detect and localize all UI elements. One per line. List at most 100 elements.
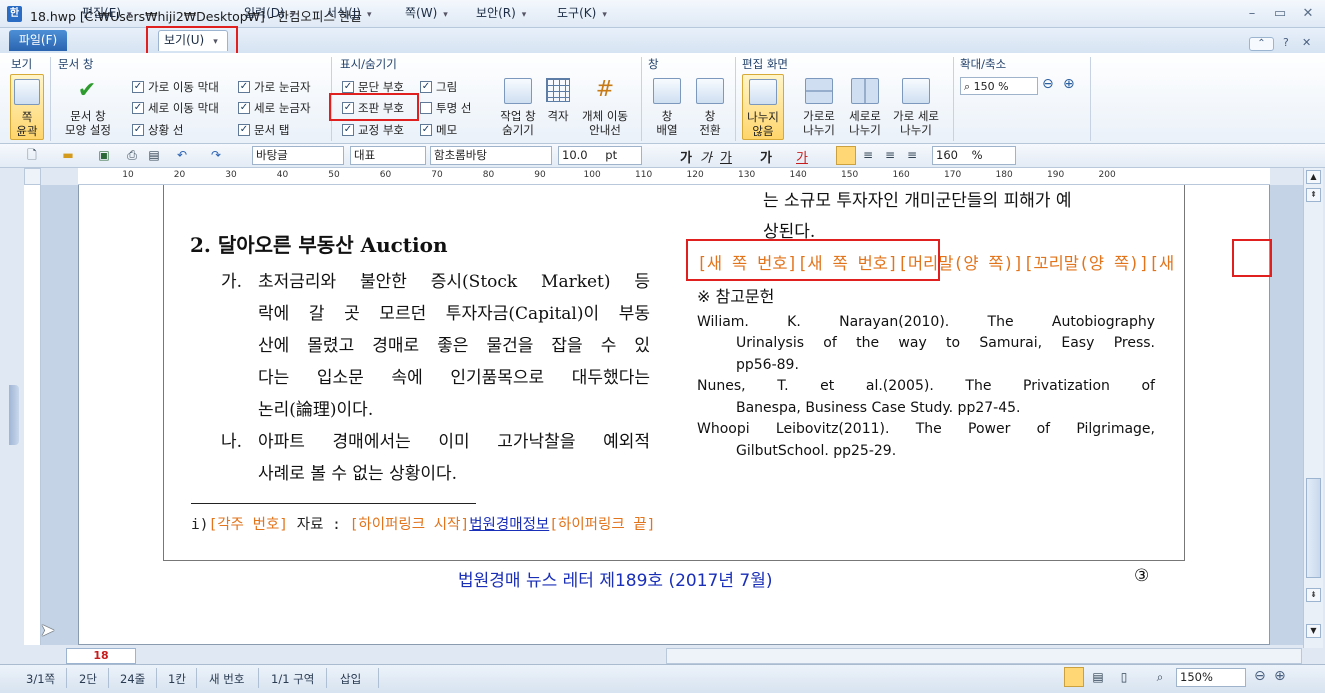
help-icon[interactable]: ? <box>1283 36 1289 49</box>
print-icon[interactable]: ⎙ <box>124 148 140 163</box>
align-left-icon[interactable]: ≡ <box>860 148 876 163</box>
menu-view[interactable]: 보기(U) ▾ <box>158 30 228 51</box>
scroll-thumb[interactable] <box>1306 478 1321 578</box>
hyperlink-start-code: [하이퍼링크 시작] <box>349 517 470 533</box>
scroll-page-down-icon[interactable]: ⇟ <box>1306 588 1321 602</box>
undo-icon[interactable]: ↶ <box>174 148 190 163</box>
side-panel-handle[interactable] <box>9 385 19 445</box>
fit-page-button[interactable]: 쪽 윤곽 <box>10 74 44 140</box>
item-ga-marker: 가. <box>221 272 243 292</box>
split-horizontal-icon <box>805 78 833 104</box>
check-paragraph-mark[interactable]: ✓ 문단 부호 <box>342 79 404 95</box>
save-icon[interactable]: ▣ <box>96 148 112 163</box>
check-horizontal-ruler[interactable]: ✓ 가로 눈금자 <box>238 79 311 95</box>
menu-input[interactable]: 입력(D) ▾ <box>244 4 295 23</box>
status-insert-mode[interactable]: 삽입 <box>340 671 361 687</box>
check-doc-tab[interactable]: ✓ 문서 탭 <box>238 122 289 138</box>
right-line-1: 는 소규모 투자자인 개미군단들의 피해가 예 <box>763 191 1072 211</box>
hyperlink[interactable]: 법원경매정보 <box>469 517 549 533</box>
font-select[interactable]: 함초롬바탕 <box>430 146 552 165</box>
split-both-button[interactable]: 가로 세로 나누기 <box>888 76 944 138</box>
window-arrange-icon <box>653 78 681 104</box>
doc-tab[interactable]: 18 <box>66 648 136 664</box>
window-arrange-button[interactable]: 창 배열 <box>648 76 686 138</box>
view-page-icon[interactable]: ▯ <box>1116 670 1132 685</box>
ruler-label: 30 <box>225 170 237 180</box>
right-line-2: 상된다. <box>763 222 816 242</box>
horizontal-scrollbar[interactable] <box>666 648 1302 664</box>
view-normal-icon[interactable] <box>1064 667 1084 687</box>
menu-security[interactable]: 보안(R) ▾ <box>476 4 526 23</box>
zoom-out-icon[interactable]: ⊖ <box>1042 76 1054 92</box>
hide-work-window-button[interactable]: 작업 창 숨기기 <box>495 76 541 138</box>
scroll-down-icon[interactable]: ▼ <box>1306 624 1321 638</box>
zoom-in-icon[interactable]: ⊕ <box>1063 76 1075 92</box>
vertical-ruler[interactable] <box>24 185 41 645</box>
footer-title: 법원경매 뉴스 레터 제189호 (2017년 7월) <box>458 571 773 591</box>
ref-1-line-2: Urinalysis of the way to Samurai, Easy P… <box>736 335 1155 351</box>
font-size-input[interactable]: 10.0 pt <box>558 146 642 165</box>
object-move-guide-button[interactable]: # 개체 이동 안내선 <box>575 76 635 138</box>
font-color-button[interactable]: 가 <box>796 147 808 166</box>
grid-button[interactable]: 격자 <box>543 76 573 138</box>
ruler-corner[interactable] <box>24 168 41 185</box>
menu-page[interactable]: 쪽(W) ▾ <box>405 4 448 23</box>
redo-icon[interactable]: ↷ <box>208 148 224 163</box>
underline-button[interactable]: 가 <box>720 147 732 166</box>
split-horizontal-button[interactable]: 가로로 나누기 <box>797 76 841 138</box>
check-layout-code[interactable]: ✓ 조판 부호 <box>342 100 404 116</box>
align-justify-icon[interactable] <box>836 146 856 165</box>
status-zoom-out-icon[interactable]: ⊖ <box>1254 668 1266 684</box>
scroll-page-up-icon[interactable]: ⇞ <box>1306 188 1321 202</box>
ruler-label: 160 <box>892 170 910 180</box>
check-horizontal-scroll[interactable]: ✓ 가로 이동 막대 <box>132 79 219 95</box>
layout-codes-line[interactable]: [새 쪽 번호][새 쪽 번호][머리말(양 쪽)][꼬리말(양 쪽)][새 <box>697 250 1269 274</box>
check-vertical-scroll[interactable]: ✓ 세로 이동 막대 <box>132 100 219 116</box>
doc-close-icon[interactable]: ✕ <box>1302 36 1311 49</box>
check-picture[interactable]: ✓ 그림 <box>420 79 457 95</box>
style-select[interactable]: 바탕글 <box>252 146 344 165</box>
status-zoom-select[interactable]: 150% <box>1176 668 1246 687</box>
group-view: 보기 <box>11 57 33 71</box>
check-memo[interactable]: ✓ 메모 <box>420 122 457 138</box>
restore-button[interactable]: ▭ <box>1270 5 1290 23</box>
status-zoom-icon[interactable]: ⌕ <box>1152 670 1168 685</box>
status-line: 24줄 <box>120 672 146 686</box>
check-transparent-line[interactable]: 투명 선 <box>420 100 471 116</box>
menu-format[interactable]: 서식(J) ▾ <box>326 4 372 23</box>
zoom-combo[interactable]: ⌕ 150 % <box>960 77 1038 95</box>
close-button[interactable]: ✕ <box>1298 5 1318 23</box>
no-split-button[interactable]: 나누지 않음 <box>742 74 784 140</box>
check-vertical-ruler[interactable]: ✓ 세로 눈금자 <box>238 100 311 116</box>
status-zoom-in-icon[interactable]: ⊕ <box>1274 668 1286 684</box>
view-web-icon[interactable]: ▤ <box>1090 670 1106 685</box>
vertical-scrollbar[interactable]: ▲ ⇞ ⇟ ▼ <box>1303 168 1323 648</box>
align-right-icon[interactable]: ≡ <box>904 148 920 163</box>
menu-tools[interactable]: 도구(K) ▾ <box>557 4 607 23</box>
ribbon-collapse-button[interactable]: ⌃ <box>1249 37 1274 51</box>
language-select[interactable]: 대표 <box>350 146 426 165</box>
italic-button[interactable]: 가 <box>700 147 712 166</box>
group-window: 창 <box>648 57 659 71</box>
minimize-button[interactable]: – <box>1242 5 1262 23</box>
open-folder-icon[interactable]: ▬ <box>60 148 76 163</box>
scroll-up-icon[interactable]: ▲ <box>1306 170 1321 184</box>
window-switch-button[interactable]: 창 전환 <box>690 76 730 138</box>
menu-edit[interactable]: 편집(E) ▾ <box>82 4 132 23</box>
doc-window-shape-button[interactable]: ✔ 문서 창 모양 설정 <box>56 76 120 138</box>
new-doc-icon[interactable]: 🗋 <box>24 148 40 163</box>
horizontal-ruler[interactable] <box>78 168 1270 185</box>
window-switch-icon <box>696 78 724 104</box>
check-proof-mark[interactable]: ✓ 교정 부호 <box>342 122 404 138</box>
align-center-icon[interactable]: ≡ <box>882 148 898 163</box>
menu-file[interactable]: 파일(F) <box>9 30 67 51</box>
strike-button[interactable]: 가 <box>760 147 772 166</box>
bold-button[interactable]: 가 <box>680 147 692 166</box>
split-vertical-button[interactable]: 세로로 나누기 <box>843 76 887 138</box>
check-status-line[interactable]: ✓ 상황 선 <box>132 122 183 138</box>
group-edit-screen: 편집 화면 <box>742 57 788 71</box>
preview-icon[interactable]: ▤ <box>146 148 162 163</box>
split-both-icon <box>902 78 930 104</box>
ref-2-line-1: Nunes, T. et al.(2005). The Privatizatio… <box>697 378 1155 394</box>
line-spacing-input[interactable]: 160 % <box>932 146 1016 165</box>
